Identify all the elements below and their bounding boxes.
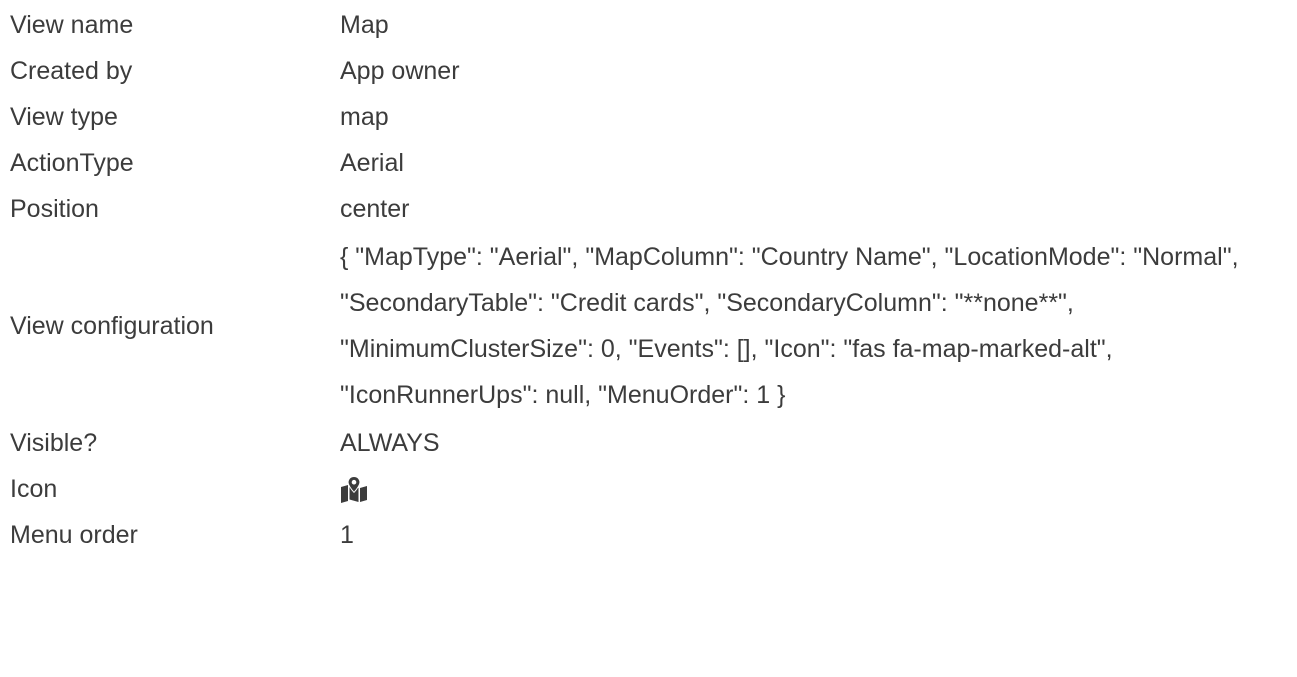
row-action-type: ActionType Aerial bbox=[10, 140, 1297, 186]
position-label: Position bbox=[10, 195, 99, 223]
position-value: center bbox=[340, 195, 410, 223]
map-marked-alt-icon bbox=[341, 476, 367, 503]
view-name-value: Map bbox=[340, 11, 389, 39]
view-configuration-value: { "MapType": "Aerial", "MapColumn": "Cou… bbox=[340, 243, 1239, 409]
view-configuration-label: View configuration bbox=[10, 312, 214, 340]
view-name-label: View name bbox=[10, 11, 134, 39]
action-type-label: ActionType bbox=[10, 149, 134, 177]
menu-order-value: 1 bbox=[340, 521, 354, 549]
row-position: Position center bbox=[10, 186, 1297, 232]
created-by-value: App owner bbox=[340, 57, 460, 85]
row-view-configuration: View configuration { "MapType": "Aerial"… bbox=[10, 232, 1297, 420]
row-icon: Icon bbox=[10, 466, 1297, 512]
icon-label: Icon bbox=[10, 475, 58, 503]
created-by-label: Created by bbox=[10, 57, 133, 85]
view-type-value: map bbox=[340, 103, 389, 131]
row-created-by: Created by App owner bbox=[10, 48, 1297, 94]
row-view-type: View type map bbox=[10, 94, 1297, 140]
row-visible: Visible? ALWAYS bbox=[10, 420, 1297, 466]
row-view-name: View name Map bbox=[10, 2, 1297, 48]
visible-label: Visible? bbox=[10, 429, 98, 457]
menu-order-label: Menu order bbox=[10, 521, 138, 549]
row-menu-order: Menu order 1 bbox=[10, 512, 1297, 558]
action-type-value: Aerial bbox=[340, 149, 404, 177]
view-properties-table: View name Map Created by App owner View … bbox=[0, 0, 1297, 558]
view-type-label: View type bbox=[10, 103, 118, 131]
icon-value bbox=[340, 466, 1290, 512]
visible-value: ALWAYS bbox=[340, 429, 440, 457]
